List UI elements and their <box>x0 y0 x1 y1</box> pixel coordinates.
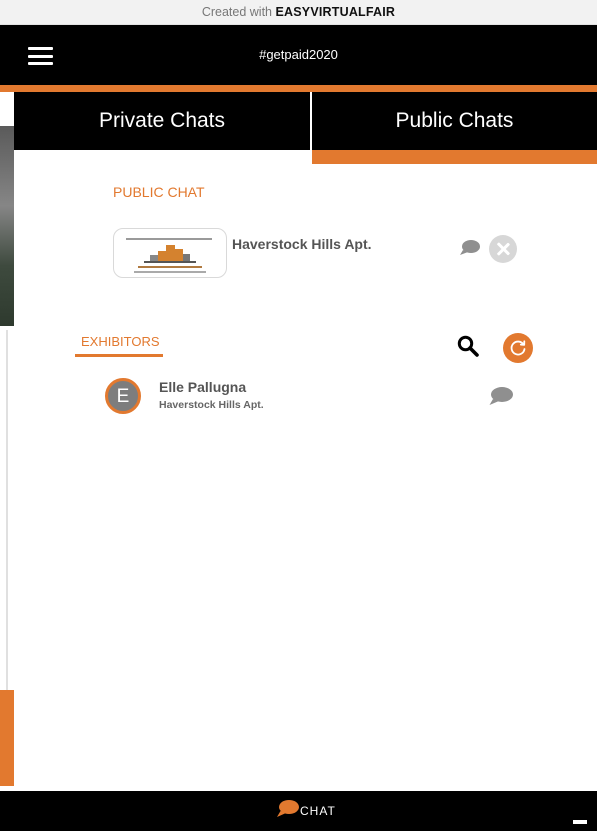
background-page-edge <box>0 92 14 792</box>
background-photo <box>0 126 14 326</box>
tab-public-chats[interactable]: Public Chats <box>312 92 597 164</box>
refresh-button[interactable] <box>503 333 533 363</box>
tab-private-chats[interactable]: Private Chats <box>14 92 310 150</box>
chat-bubble-icon[interactable] <box>489 387 513 405</box>
close-icon[interactable] <box>489 235 517 263</box>
exhibitor-logo <box>113 228 227 278</box>
chat-footer-bar: CHAT <box>0 791 597 831</box>
public-chat-name: Haverstock Hills Apt. <box>232 236 372 252</box>
chat-panel: Private Chats Public Chats PUBLIC CHAT H… <box>14 92 597 791</box>
exhibitor-company: Haverstock Hills Apt. <box>159 399 264 411</box>
footer-chat-label: CHAT <box>300 804 336 818</box>
chat-tabs: Private Chats Public Chats <box>14 92 597 164</box>
minimize-icon[interactable] <box>573 820 587 824</box>
public-chat-row[interactable]: Haverstock Hills Apt. <box>113 228 533 280</box>
public-chat-heading: PUBLIC CHAT <box>113 184 205 200</box>
chat-bubble-icon[interactable] <box>460 240 480 255</box>
exhibitor-name: Elle Pallugna <box>159 379 247 395</box>
search-icon[interactable] <box>457 335 479 357</box>
refresh-icon <box>510 340 526 356</box>
chat-bubble-icon <box>277 800 299 817</box>
active-tab-indicator <box>312 150 597 164</box>
exhibitor-list-item[interactable]: E Elle Pallugna Haverstock Hills Apt. <box>105 377 525 421</box>
credit-brand: EASYVIRTUALFAIR <box>275 5 396 19</box>
header-title: #getpaid2020 <box>259 47 338 62</box>
credit-prefix: Created with <box>201 5 276 19</box>
exhibitors-heading[interactable]: EXHIBITORS <box>81 334 160 349</box>
app-header: #getpaid2020 <box>0 25 597 85</box>
exhibitors-underline <box>75 354 163 357</box>
background-accent-strip <box>0 85 597 92</box>
avatar: E <box>105 378 141 414</box>
credit-banner: Created with EASYVIRTUALFAIR <box>0 0 597 25</box>
tab-public-chats-label: Public Chats <box>395 109 514 132</box>
